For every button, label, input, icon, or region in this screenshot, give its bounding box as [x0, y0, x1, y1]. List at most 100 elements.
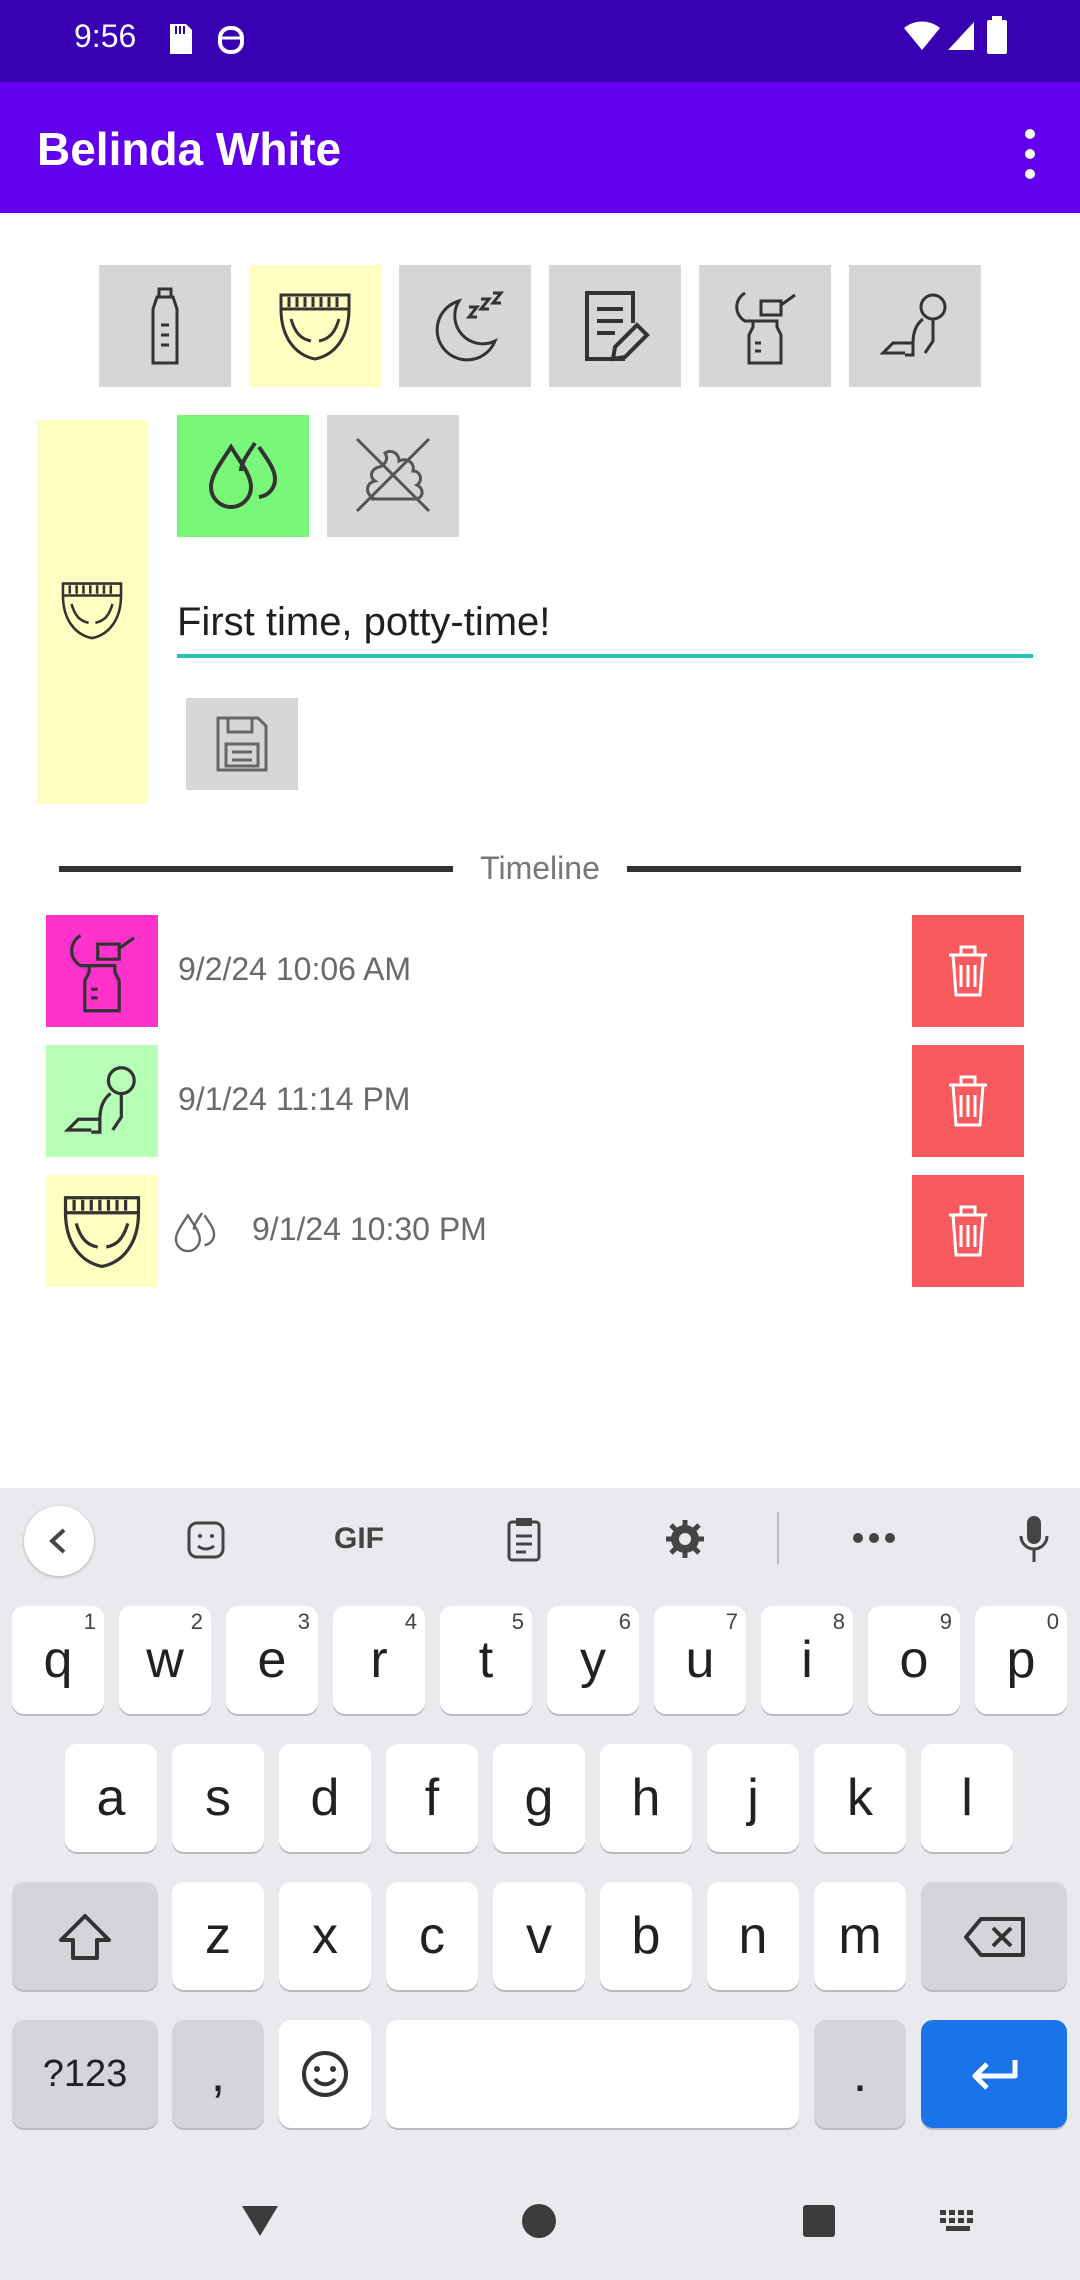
key-p[interactable]: p0 — [975, 1606, 1067, 1714]
wet-icon — [208, 441, 278, 509]
key-w[interactable]: w2 — [119, 1606, 211, 1714]
key-s[interactable]: s — [172, 1744, 264, 1852]
chevron-left-icon — [49, 1528, 66, 1554]
delete-button[interactable] — [912, 915, 1024, 1027]
trash-icon — [949, 1075, 987, 1127]
bottle-icon — [151, 287, 179, 365]
comma-key[interactable]: , — [172, 2020, 264, 2128]
backspace-key[interactable] — [921, 1882, 1067, 1990]
timeline-row[interactable]: 9/2/24 10:06 AM — [46, 915, 1024, 1027]
key-b[interactable]: b — [600, 1882, 692, 1990]
space-key[interactable] — [386, 2020, 799, 2128]
key-label: p — [1006, 1631, 1036, 1689]
diaper-entry-icon-box — [46, 1175, 158, 1287]
soft-keyboard: GIF q1 w2 e3 r4 t5 y6 u7 i8 o9 p0 a s d … — [0, 1488, 1080, 2280]
emoji-key[interactable] — [279, 2020, 371, 2128]
key-x[interactable]: x — [279, 1882, 371, 1990]
key-u[interactable]: u7 — [654, 1606, 746, 1714]
back-nav-icon[interactable] — [240, 2204, 280, 2238]
key-i[interactable]: i8 — [761, 1606, 853, 1714]
key-d[interactable]: d — [279, 1744, 371, 1852]
delete-button[interactable] — [912, 1045, 1024, 1157]
symbols-key[interactable]: ?123 — [12, 2020, 158, 2128]
gif-button[interactable]: GIF — [334, 1522, 384, 1556]
note-button[interactable] — [549, 265, 681, 387]
diaper-button[interactable] — [249, 265, 381, 387]
emoji-icon — [302, 2051, 348, 2097]
debug-icon — [218, 26, 244, 54]
keyboard-switch-icon[interactable] — [940, 2210, 980, 2234]
breast-pump-icon — [735, 291, 796, 365]
timeline-row[interactable]: 9/1/24 11:14 PM — [46, 1045, 1024, 1157]
status-time: 9:56 — [74, 18, 137, 54]
sd-card-icon — [170, 24, 192, 54]
key-label: t — [478, 1631, 494, 1689]
battery-icon — [987, 16, 1007, 54]
home-nav-icon[interactable] — [520, 2202, 558, 2240]
enter-key[interactable] — [921, 2020, 1067, 2128]
wet-button[interactable] — [177, 415, 309, 537]
key-z[interactable]: z — [172, 1882, 264, 1990]
diaper-icon — [63, 1196, 141, 1269]
key-hint: 7 — [725, 1609, 738, 1634]
timeline-row[interactable]: 9/1/24 10:30 PM — [46, 1175, 1024, 1287]
save-icon — [216, 716, 268, 772]
key-o[interactable]: o9 — [868, 1606, 960, 1714]
key-label: y — [580, 1631, 606, 1689]
dirty-button[interactable] — [327, 415, 459, 537]
entry-datetime: 9/1/24 10:30 PM — [252, 1211, 487, 1247]
key-hint: 3 — [297, 1609, 310, 1634]
sleep-button[interactable] — [399, 265, 531, 387]
key-h[interactable]: h — [600, 1744, 692, 1852]
more-icon[interactable] — [852, 1532, 896, 1544]
backspace-icon — [964, 1917, 1025, 1957]
key-v[interactable]: v — [493, 1882, 585, 1990]
bottle-button[interactable] — [99, 265, 231, 387]
clipboard-icon[interactable] — [506, 1516, 542, 1562]
diaper-icon — [61, 582, 123, 640]
breast-pump-button[interactable] — [699, 265, 831, 387]
key-n[interactable]: n — [707, 1882, 799, 1990]
key-l[interactable]: l — [921, 1744, 1013, 1852]
key-label: e — [257, 1631, 287, 1689]
key-f[interactable]: f — [386, 1744, 478, 1852]
key-e[interactable]: e3 — [226, 1606, 318, 1714]
milestone-button[interactable] — [849, 265, 981, 387]
key-g[interactable]: g — [493, 1744, 585, 1852]
key-y[interactable]: y6 — [547, 1606, 639, 1714]
key-j[interactable]: j — [707, 1744, 799, 1852]
wifi-icon — [904, 21, 940, 50]
breast-pump-icon — [70, 934, 136, 1013]
keyboard-back-button[interactable] — [24, 1506, 94, 1576]
toolbar-divider — [777, 1512, 779, 1564]
key-hint: 5 — [511, 1609, 524, 1634]
save-button[interactable] — [186, 698, 298, 790]
key-label: o — [899, 1631, 929, 1689]
enter-icon — [972, 2060, 1018, 2090]
gear-icon[interactable] — [664, 1518, 706, 1560]
key-r[interactable]: r4 — [333, 1606, 425, 1714]
key-m[interactable]: m — [814, 1882, 906, 1990]
mic-icon[interactable] — [1018, 1514, 1050, 1564]
status-bar: 9:56 — [0, 0, 1080, 82]
period-key[interactable]: . — [814, 2020, 906, 2128]
key-q[interactable]: q1 — [12, 1606, 104, 1714]
key-a[interactable]: a — [65, 1744, 157, 1852]
recents-nav-icon[interactable] — [802, 2204, 836, 2238]
key-hint: 1 — [83, 1609, 96, 1634]
key-label: w — [146, 1631, 184, 1689]
shift-key[interactable] — [12, 1882, 158, 1990]
note-input[interactable] — [177, 590, 1033, 658]
more-vert-icon[interactable] — [1010, 124, 1050, 184]
key-c[interactable]: c — [386, 1882, 478, 1990]
note-icon — [585, 291, 650, 362]
key-hint: 2 — [190, 1609, 203, 1634]
key-label: q — [43, 1631, 73, 1689]
sticker-icon[interactable] — [186, 1520, 226, 1560]
key-t[interactable]: t5 — [440, 1606, 532, 1714]
divider-line-right — [627, 866, 1021, 872]
delete-button[interactable] — [912, 1175, 1024, 1287]
key-label: u — [685, 1631, 715, 1689]
key-label: i — [801, 1631, 813, 1689]
key-k[interactable]: k — [814, 1744, 906, 1852]
